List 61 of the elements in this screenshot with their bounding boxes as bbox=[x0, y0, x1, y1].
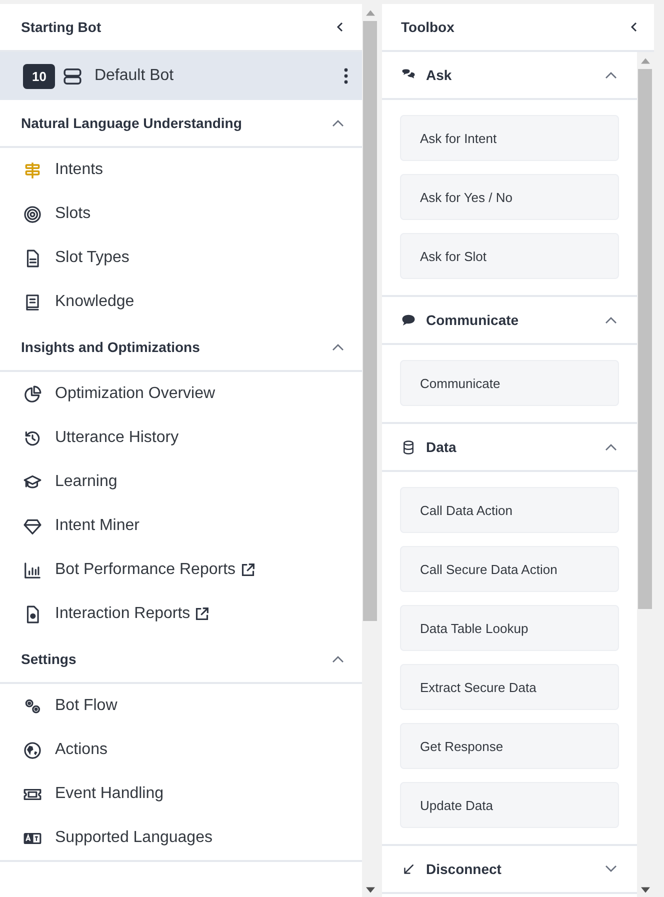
chevron-down-icon[interactable] bbox=[604, 865, 617, 873]
nav-item[interactable]: Slots bbox=[0, 192, 362, 236]
toolbox-item[interactable]: Extract Secure Data bbox=[400, 664, 619, 710]
nav-item[interactable]: Intents bbox=[0, 148, 362, 192]
book-icon bbox=[23, 292, 42, 312]
speech-bubble-icon bbox=[401, 312, 416, 328]
nav-item[interactable]: Learning bbox=[0, 460, 362, 504]
history-icon bbox=[23, 428, 42, 448]
chevron-up-icon[interactable] bbox=[332, 655, 344, 663]
nav-item[interactable]: Event Handling bbox=[0, 772, 362, 816]
toolbox-item[interactable]: Update Data bbox=[400, 782, 619, 828]
panel-title: Toolbox bbox=[401, 19, 454, 35]
arrow-icon bbox=[401, 862, 416, 876]
toolbox-item[interactable]: Ask for Slot bbox=[400, 233, 619, 279]
toolbox-item[interactable]: Data Table Lookup bbox=[400, 605, 619, 651]
database-icon bbox=[401, 440, 416, 454]
section-title: Data bbox=[426, 439, 458, 455]
bar-chart-icon bbox=[23, 560, 42, 580]
section-title: Communicate bbox=[426, 312, 520, 328]
chevron-up-icon[interactable] bbox=[604, 71, 617, 79]
signpost-icon bbox=[23, 160, 42, 180]
panel-title: Starting Bot bbox=[21, 19, 102, 35]
section-title: Settings bbox=[21, 651, 78, 667]
scrollbar-thumb[interactable] bbox=[638, 69, 652, 609]
diamond-icon bbox=[23, 516, 42, 536]
nav-item[interactable]: Utterance History bbox=[0, 416, 362, 460]
nav-item[interactable]: Intent Miner bbox=[0, 504, 362, 548]
chevron-up-icon[interactable] bbox=[604, 443, 617, 451]
chevron-up-icon[interactable] bbox=[332, 119, 344, 127]
nav-item[interactable]: Interaction Reports bbox=[0, 592, 362, 636]
nav-item[interactable]: Knowledge bbox=[0, 280, 362, 324]
toolbox-item[interactable]: Ask for Yes / No bbox=[400, 174, 619, 220]
bot-row[interactable]: 10 Default Bot bbox=[0, 52, 362, 100]
nav-item[interactable]: Bot Flow bbox=[0, 684, 362, 728]
chevron-up-icon[interactable] bbox=[332, 343, 344, 351]
toolbox-item[interactable]: Call Secure Data Action bbox=[400, 546, 619, 592]
globe-icon bbox=[23, 740, 42, 760]
version-badge: 10 bbox=[23, 64, 56, 88]
nav-item[interactable]: Optimization Overview bbox=[0, 372, 362, 416]
bot-name: Default Bot bbox=[94, 67, 175, 85]
toolbox-item[interactable]: Communicate bbox=[400, 360, 619, 406]
pie-chart-icon bbox=[23, 384, 42, 404]
nav-item[interactable]: Slot Types bbox=[0, 236, 362, 280]
gears-icon bbox=[23, 696, 42, 716]
toolbox-item[interactable]: Ask for Intent bbox=[400, 115, 619, 161]
nav-item[interactable]: Supported Languages bbox=[0, 816, 362, 862]
server-icon bbox=[63, 66, 82, 86]
nav-item[interactable]: Bot Performance Reports bbox=[0, 548, 362, 592]
scroll-down-icon[interactable] bbox=[366, 887, 374, 893]
chevron-up-icon[interactable] bbox=[604, 316, 617, 324]
more-icon[interactable] bbox=[344, 68, 348, 84]
scrollbar-thumb[interactable] bbox=[363, 21, 377, 621]
section-title: Natural Language Understanding bbox=[21, 115, 243, 131]
section-title: Disconnect bbox=[426, 861, 502, 877]
nav-item[interactable]: Actions bbox=[0, 728, 362, 772]
section-title: Ask bbox=[426, 67, 453, 83]
toolbox-item[interactable]: Get Response bbox=[400, 723, 619, 769]
toolbox-item[interactable]: Call Data Action bbox=[400, 487, 619, 533]
section-title: Insights and Optimizations bbox=[21, 339, 201, 355]
target-icon bbox=[23, 204, 42, 224]
scroll-down-icon[interactable] bbox=[640, 887, 650, 893]
